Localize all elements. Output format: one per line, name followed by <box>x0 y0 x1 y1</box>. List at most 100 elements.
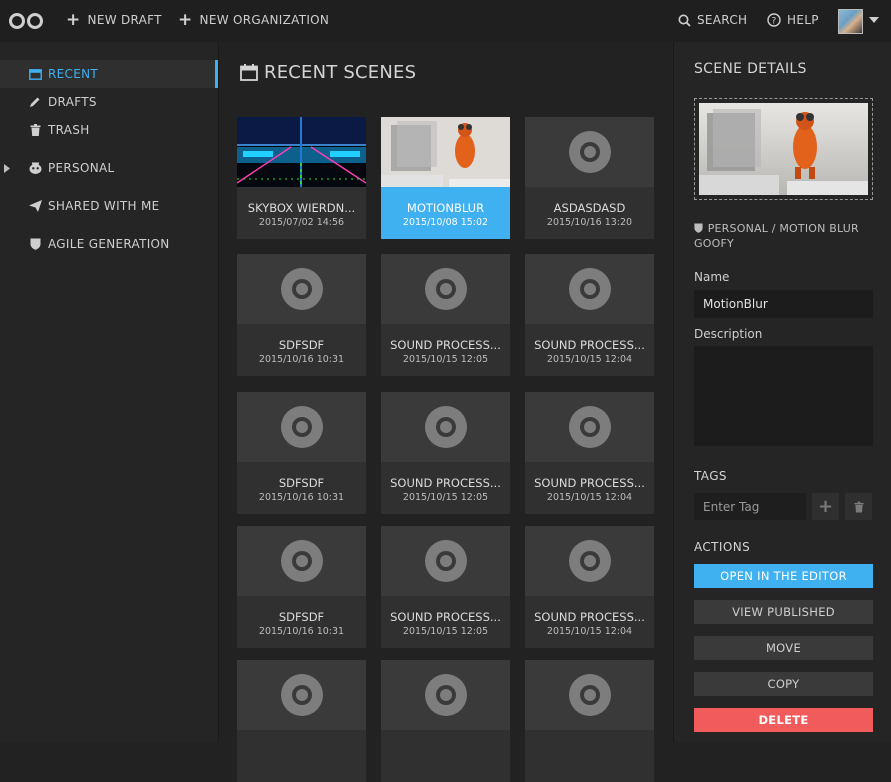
scene-name: SOUND PROCESS... <box>534 610 645 624</box>
scene-placeholder-icon <box>568 674 611 716</box>
scene-placeholder-thumbnail <box>237 392 366 462</box>
chevron-down-icon[interactable] <box>869 17 879 23</box>
scene-date: 2015/07/02 14:56 <box>258 217 345 228</box>
scene-card[interactable]: SOUND PROCESS... 2015/10/15 12:04 <box>525 392 654 514</box>
scene-date: 2015/10/15 12:04 <box>546 354 633 365</box>
caret-right-icon[interactable] <box>0 163 14 173</box>
scene-card[interactable] <box>237 660 366 782</box>
scene-date: 2015/10/15 12:05 <box>402 626 489 637</box>
scene-placeholder-thumbnail <box>525 526 654 596</box>
scene-path: PERSONAL / MOTION BLUR GOOFY <box>694 222 874 251</box>
scene-card[interactable]: ASDASDASD 2015/10/16 13:20 <box>525 117 654 239</box>
shield-icon <box>694 223 704 237</box>
scene-path-label: PERSONAL / MOTION BLUR GOOFY <box>694 222 859 250</box>
delete-button[interactable]: DELETE <box>694 708 873 732</box>
scene-card[interactable]: SOUND PROCESS... 2015/10/15 12:05 <box>381 254 510 376</box>
new-draft-button[interactable]: + NEW DRAFT <box>66 10 162 30</box>
description-label: Description <box>694 327 763 341</box>
scene-placeholder-icon <box>424 406 467 448</box>
details-title: SCENE DETAILS <box>694 61 807 77</box>
sidebar-item-personal[interactable]: PERSONAL <box>0 154 218 182</box>
description-field[interactable] <box>694 346 873 446</box>
scene-placeholder-icon <box>280 268 323 310</box>
scene-date: 2015/10/16 10:31 <box>258 492 345 503</box>
sidebar-item-shared[interactable]: SHARED WITH ME <box>0 192 218 220</box>
sidebar-item-label: SHARED WITH ME <box>48 199 160 213</box>
sidebar-item-agile-generation[interactable]: AGILE GENERATION <box>0 230 218 258</box>
scene-placeholder-icon <box>424 268 467 310</box>
sidebar-item-trash[interactable]: TRASH <box>0 116 218 144</box>
plus-icon: + <box>817 496 834 517</box>
trash-icon <box>28 124 42 136</box>
scene-card[interactable]: SOUND PROCESS... 2015/10/15 12:05 <box>381 526 510 648</box>
sidebar-item-label: RECENT <box>48 67 98 81</box>
help-button[interactable]: ? HELP <box>767 13 819 27</box>
scene-card[interactable]: SDFSDF 2015/10/16 10:31 <box>237 392 366 514</box>
scene-placeholder-thumbnail <box>381 526 510 596</box>
scene-preview-image <box>699 103 868 195</box>
sidebar-item-label: AGILE GENERATION <box>48 237 170 251</box>
open-in-editor-button[interactable]: OPEN IN THE EDITOR <box>694 564 873 588</box>
scene-card[interactable]: SDFSDF 2015/10/16 10:31 <box>237 254 366 376</box>
scene-card[interactable]: SKYBOX WIERDN... 2015/07/02 14:56 <box>237 117 366 239</box>
scene-thumbnail <box>381 117 510 187</box>
scene-placeholder-icon <box>568 268 611 310</box>
paper-plane-icon <box>28 200 42 212</box>
sidebar-item-label: TRASH <box>48 123 90 137</box>
sidebar-item-drafts[interactable]: DRAFTS <box>0 88 218 116</box>
scene-placeholder-thumbnail <box>237 526 366 596</box>
scene-name: SOUND PROCESS... <box>390 610 501 624</box>
scene-name: SDFSDF <box>278 338 325 352</box>
calendar-icon <box>28 68 42 80</box>
scene-details-panel: SCENE DETAILS PERSONAL / MOTION BLUR GOO… <box>673 42 891 742</box>
add-tag-button[interactable]: + <box>812 493 839 520</box>
scene-placeholder-thumbnail <box>525 392 654 462</box>
scene-thumbnail <box>237 117 366 187</box>
scene-preview[interactable] <box>694 98 873 200</box>
scene-card[interactable]: MOTIONBLUR 2015/10/08 15:02 <box>381 117 510 239</box>
main-panel: RECENT SCENES SKYBOX WIERDN... 2015/07/02… <box>220 42 672 782</box>
scene-date: 2015/10/15 12:04 <box>546 626 633 637</box>
search-button[interactable]: SEARCH <box>678 13 747 27</box>
scene-name: SDFSDF <box>278 610 325 624</box>
tag-input[interactable] <box>694 493 806 520</box>
scene-card[interactable]: SOUND PROCESS... 2015/10/15 12:05 <box>381 392 510 514</box>
copy-button[interactable]: COPY <box>694 672 873 696</box>
scene-date: 2015/10/16 10:31 <box>258 354 345 365</box>
help-icon: ? <box>767 13 781 27</box>
scene-card[interactable]: SDFSDF 2015/10/16 10:31 <box>237 526 366 648</box>
scene-card[interactable] <box>525 660 654 782</box>
trash-icon <box>853 501 864 512</box>
page-title: RECENT SCENES <box>240 62 416 83</box>
scene-card[interactable]: SOUND PROCESS... 2015/10/15 12:04 <box>525 254 654 376</box>
user-avatar[interactable] <box>838 9 863 34</box>
pencil-icon <box>28 96 42 108</box>
scene-placeholder-thumbnail <box>525 660 654 730</box>
move-button[interactable]: MOVE <box>694 636 873 660</box>
scene-placeholder-icon <box>280 674 323 716</box>
goo-logo-icon[interactable] <box>9 13 43 29</box>
view-published-button[interactable]: VIEW PUBLISHED <box>694 600 873 624</box>
scene-date: 2015/10/16 10:31 <box>258 626 345 637</box>
scene-name: ASDASDASD <box>553 201 626 215</box>
scene-date: 2015/10/08 15:02 <box>402 217 489 228</box>
scene-name: SOUND PROCESS... <box>390 338 501 352</box>
sidebar-item-recent[interactable]: RECENT <box>0 60 218 88</box>
shield-icon <box>28 238 42 250</box>
scene-placeholder-icon <box>568 540 611 582</box>
new-organization-button[interactable]: + NEW ORGANIZATION <box>178 12 329 29</box>
scene-name: SOUND PROCESS... <box>534 338 645 352</box>
scene-placeholder-icon <box>280 540 323 582</box>
remove-tag-button[interactable] <box>845 493 872 520</box>
plus-icon: + <box>66 10 81 30</box>
name-field[interactable] <box>694 290 873 318</box>
scene-name: SDFSDF <box>278 476 325 490</box>
scene-card[interactable]: SOUND PROCESS... 2015/10/15 12:04 <box>525 526 654 648</box>
tags-label: TAGS <box>694 469 727 483</box>
scene-placeholder-thumbnail <box>525 117 654 187</box>
scene-name: SOUND PROCESS... <box>534 476 645 490</box>
scene-placeholder-thumbnail <box>525 254 654 324</box>
scene-name: SOUND PROCESS... <box>390 476 501 490</box>
scene-date: 2015/10/16 13:20 <box>546 217 633 228</box>
scene-card[interactable] <box>381 660 510 782</box>
